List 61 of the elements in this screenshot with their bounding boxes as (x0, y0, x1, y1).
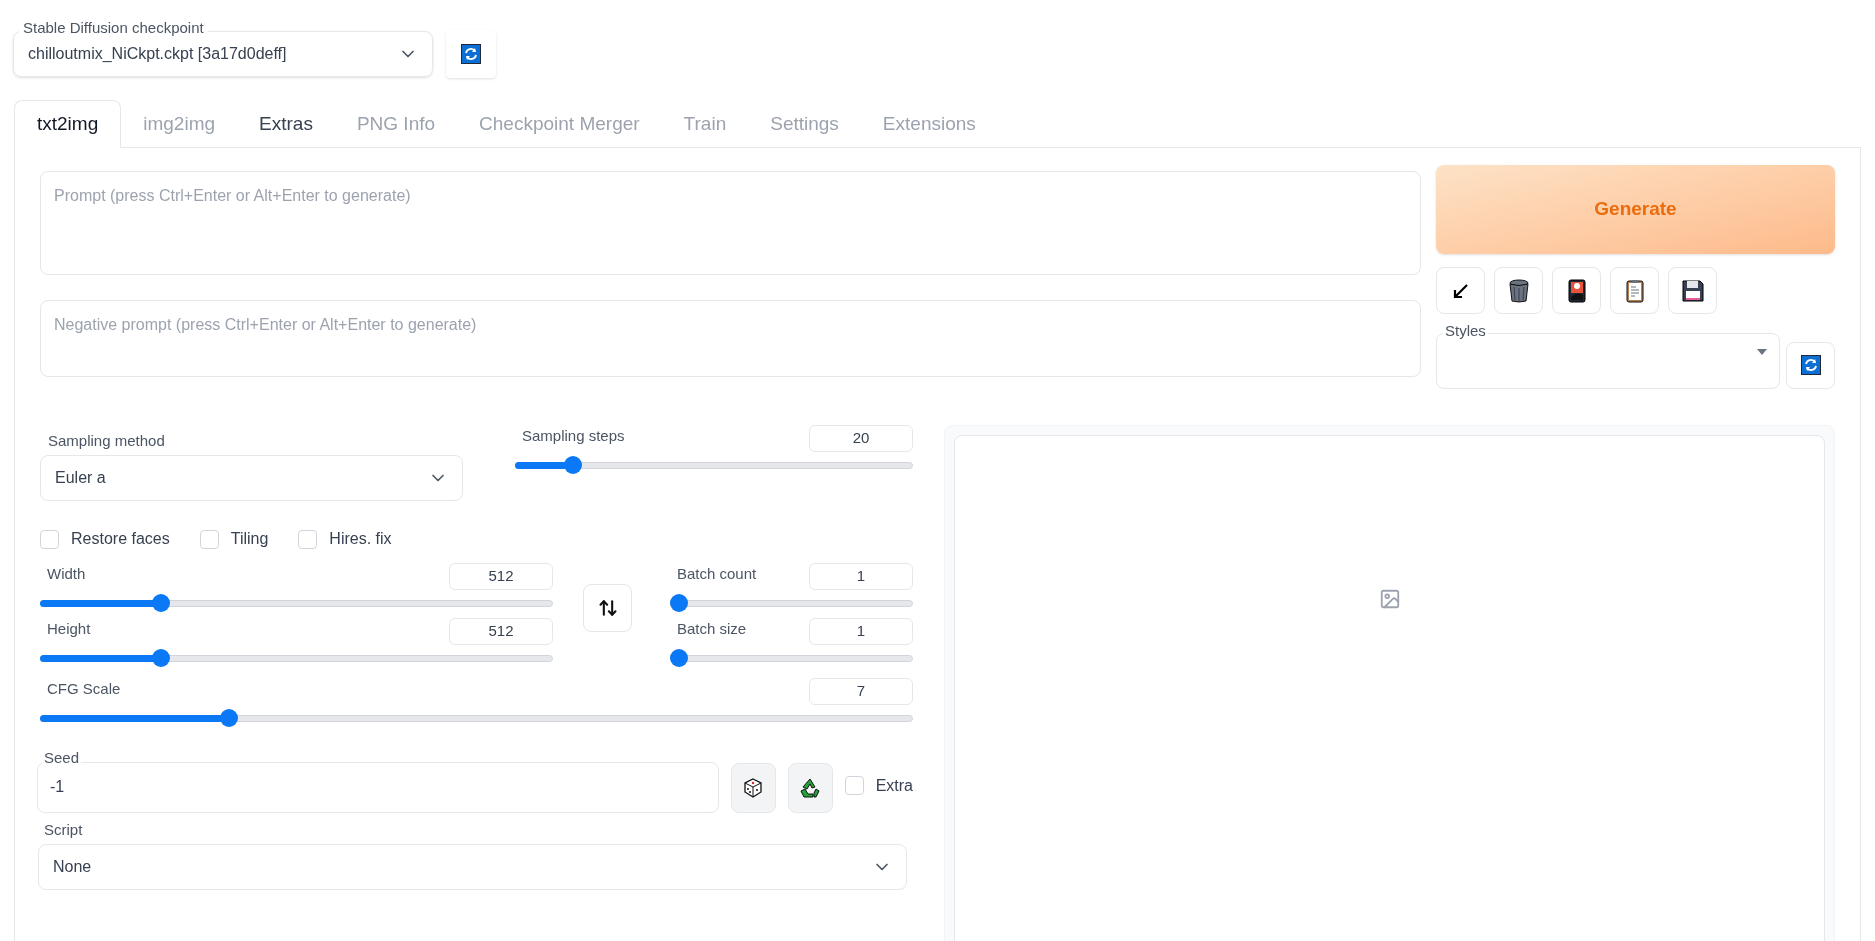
checkbox-label: Restore faces (71, 529, 170, 549)
slider-thumb[interactable] (151, 649, 170, 667)
slider-label: Sampling steps (522, 425, 625, 446)
picture-card-button[interactable] (1552, 267, 1601, 314)
slider-label: Width (47, 564, 86, 584)
slider-thumb[interactable] (151, 594, 170, 612)
tab[interactable]: txt2img (14, 100, 122, 148)
number-field[interactable]: 1 (809, 563, 913, 590)
dice-icon (743, 777, 764, 798)
picture-card-icon (1567, 278, 1586, 303)
trash-button[interactable] (1494, 267, 1543, 314)
refresh-button[interactable] (1786, 341, 1835, 389)
field-label: Sampling method (48, 430, 166, 451)
slider-label: Batch size (677, 619, 747, 639)
recycle-button[interactable] (787, 762, 833, 813)
slider[interactable] (40, 709, 913, 727)
checkbox-label: Hires. fix (329, 529, 392, 549)
sampling-method-dropdown[interactable]: Euler a (40, 455, 463, 501)
checkbox-label: Extra (875, 775, 913, 796)
number-field[interactable]: 7 (809, 678, 913, 705)
slider-thumb[interactable] (564, 455, 583, 474)
clipboard-button[interactable] (1610, 267, 1659, 314)
slider[interactable] (40, 649, 553, 667)
script-dropdown[interactable]: None (38, 844, 907, 890)
swap-arrows-icon (597, 598, 618, 618)
field-label: Script (44, 819, 84, 840)
slider-label: Height (47, 619, 91, 639)
slider[interactable] (515, 455, 913, 474)
slider-thumb[interactable] (219, 709, 238, 727)
slider-thumb[interactable] (670, 594, 688, 612)
trash-icon (1507, 278, 1530, 303)
dice-button[interactable] (730, 762, 776, 813)
refresh-icon (461, 44, 481, 64)
tab[interactable]: Extras (237, 100, 335, 148)
checkbox[interactable] (298, 529, 318, 549)
number-field[interactable]: 1 (809, 618, 913, 645)
arrow-icon (1451, 281, 1470, 300)
slider[interactable] (40, 594, 553, 612)
slider-thumb[interactable] (670, 649, 688, 667)
number-field[interactable]: 512 (449, 618, 553, 645)
number-field[interactable]: 20 (809, 424, 913, 452)
slider-label: Batch count (677, 564, 757, 584)
caret-icon (1757, 348, 1767, 355)
slider[interactable] (670, 594, 913, 612)
negative-prompt-field[interactable]: Negative prompt (press Ctrl+Enter or Alt+Enter to generate) (40, 300, 1421, 377)
checkbox[interactable] (199, 529, 219, 549)
recycle-icon (799, 777, 822, 798)
save-button[interactable] (1668, 267, 1717, 314)
image-icon (1378, 587, 1401, 610)
clipboard-icon (1625, 278, 1644, 303)
number-field[interactable]: 512 (449, 563, 553, 590)
checkbox[interactable] (40, 529, 59, 549)
swap-button[interactable] (583, 584, 632, 632)
refresh-icon (1800, 355, 1821, 375)
slider[interactable] (670, 649, 913, 667)
checkbox[interactable] (844, 776, 864, 795)
arrow-button[interactable] (1436, 267, 1485, 314)
refresh-button[interactable] (446, 30, 496, 78)
slider-label: CFG Scale (47, 679, 121, 699)
prompt-field[interactable]: Prompt (press Ctrl+Enter or Alt+Enter to generate) (40, 171, 1421, 275)
checkbox-label: Tiling (230, 529, 269, 549)
